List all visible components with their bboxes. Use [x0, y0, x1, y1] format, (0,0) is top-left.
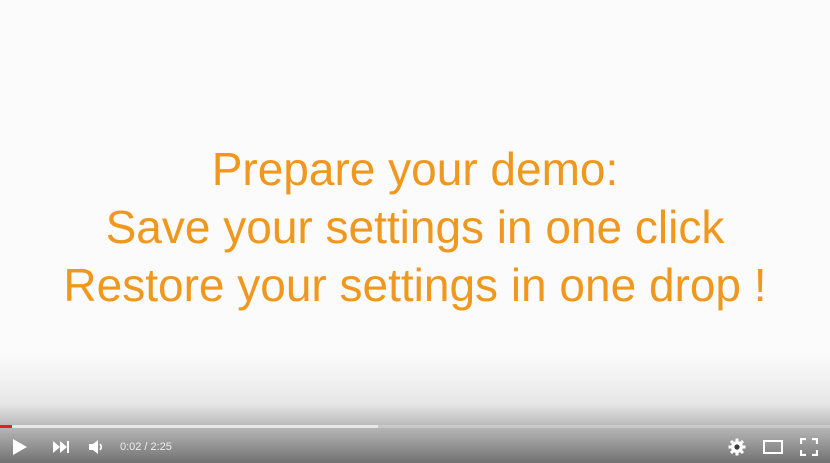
- slide-line-3: Restore your settings in one drop !: [63, 259, 767, 311]
- time-display: 0:02 / 2:25: [120, 430, 175, 463]
- next-icon: [53, 440, 69, 453]
- video-player[interactable]: Prepare your demo: Save your settings in…: [0, 0, 830, 463]
- slide-line-1: Prepare your demo:: [211, 143, 619, 195]
- play-icon: [13, 438, 27, 455]
- fullscreen-icon: [800, 437, 818, 456]
- progress-buffered: [0, 425, 378, 428]
- settings-button[interactable]: [724, 430, 750, 463]
- next-button[interactable]: [47, 430, 75, 463]
- slide-line-2: Save your settings in one click: [105, 201, 725, 253]
- time-separator: /: [144, 440, 148, 453]
- gear-icon: [728, 438, 746, 455]
- volume-icon: [89, 439, 103, 454]
- player-controls: 0:02 / 2:25: [0, 430, 830, 463]
- theater-mode-button[interactable]: [760, 430, 786, 463]
- play-button[interactable]: [6, 430, 34, 463]
- progress-played: [0, 425, 12, 428]
- theater-mode-icon: [763, 439, 783, 454]
- fullscreen-button[interactable]: [796, 430, 822, 463]
- progress-bar[interactable]: [0, 425, 830, 428]
- duration: 2:25: [150, 440, 172, 453]
- video-frame-text: Prepare your demo: Save your settings in…: [0, 140, 830, 314]
- current-time: 0:02: [120, 440, 142, 453]
- volume-button[interactable]: [84, 430, 108, 463]
